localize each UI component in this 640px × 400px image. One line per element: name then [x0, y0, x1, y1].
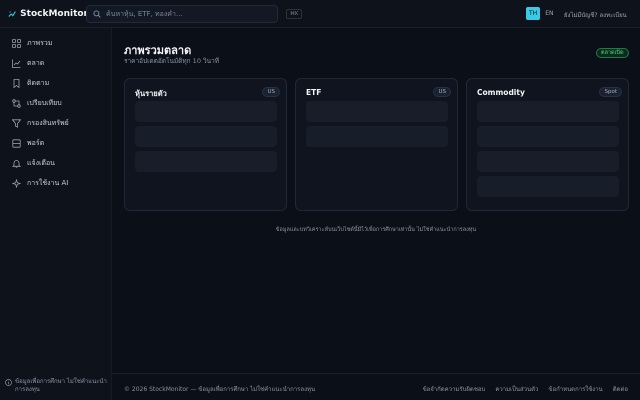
chart-spark-icon [8, 10, 16, 17]
footer-link-privacy[interactable]: ความเป็นส่วนตัว [495, 384, 538, 394]
footer-link-disclaimer[interactable]: ข้อจำกัดความรับผิดชอบ [423, 384, 486, 394]
sidebar-item-label: ภาพรวม [27, 38, 53, 47]
loading-placeholder [477, 101, 619, 122]
sidebar-item-label: แจ้งเตือน [27, 158, 55, 167]
page-subtitle: ราคาอัปเดตอัตโนมัติทุก 10 วินาที [124, 57, 220, 65]
info-icon [5, 379, 12, 386]
search-box[interactable] [86, 5, 278, 23]
sidebar-item-screener[interactable]: กรองสินทรัพย์ [0, 113, 111, 133]
etf-card[interactable]: ETF US [295, 78, 458, 211]
loading-placeholder [477, 151, 619, 172]
lang-th-button[interactable]: TH [526, 7, 541, 20]
sidebar-item-portfolio[interactable]: พอร์ต [0, 133, 111, 153]
loading-placeholder [477, 176, 619, 197]
grid-icon [12, 38, 21, 48]
sidebar-item-overview[interactable]: ภาพรวม [0, 33, 111, 53]
app-logo[interactable]: StockMonitor [8, 9, 88, 19]
loading-placeholder [135, 126, 277, 147]
sidebar-item-label: กรองสินทรัพย์ [27, 118, 69, 127]
portfolio-icon [12, 138, 21, 148]
stocks-card[interactable]: หุ้นรายตัว US [124, 78, 287, 211]
search-icon [93, 10, 101, 18]
loading-placeholder [135, 151, 277, 172]
app-name: StockMonitor [20, 8, 88, 19]
sidebar-item-label: ตลาด [27, 58, 45, 67]
card-region-tag: US [262, 87, 280, 97]
sidebar-item-label: การใช้งาน AI [27, 178, 69, 187]
sidebar-disclaimer-text: ข้อมูลเพื่อการศึกษา ไม่ใช่คำแนะนำการลงทุ… [15, 378, 107, 393]
sidebar-item-market[interactable]: ตลาด [0, 53, 111, 73]
sidebar-item-watchlist[interactable]: ติดตาม [0, 73, 111, 93]
footer-link-contact[interactable]: ติดต่อ [613, 384, 628, 394]
sidebar-item-ai-usage[interactable]: การใช้งาน AI [0, 173, 111, 193]
copyright-text: © 2026 StockMonitor — ข้อมูลเพื่อการศึกษ… [124, 386, 316, 393]
sidebar-item-label: ติดตาม [27, 78, 50, 87]
sidebar-item-label: พอร์ต [27, 138, 45, 147]
market-status-badge: ตลาดเปิด [596, 48, 629, 58]
footer: © 2026 StockMonitor — ข้อมูลเพื่อการศึกษ… [112, 373, 640, 400]
card-market-tag: Spot [599, 87, 622, 97]
card-title: หุ้นรายตัว [135, 89, 167, 98]
bookmark-icon [13, 78, 20, 88]
card-title: Commodity [477, 88, 525, 97]
disclaimer-text: ข้อมูลและบทวิเคราะห์บนเว็บไซต์นี้มีไว้เพ… [275, 227, 477, 233]
register-link[interactable]: ยังไม่มีบัญชี? ลงทะเบียน [564, 10, 638, 20]
chart-line-icon [12, 59, 21, 68]
top-bar: StockMonitor ⌘K TH EN ยังไม่มีบัญชี? ลงท… [0, 0, 640, 28]
search-input[interactable] [106, 10, 266, 18]
sidebar-item-label: เปรียบเทียบ [27, 98, 62, 107]
sparkle-icon [12, 178, 21, 188]
main-content: ภาพรวมตลาด ราคาอัปเดตอัตโนมัติทุก 10 วิน… [112, 28, 640, 373]
loading-placeholder [306, 101, 448, 122]
footer-links: ข้อจำกัดความรับผิดชอบ ความเป็นส่วนตัว ข้… [413, 384, 628, 394]
sidebar-item-alerts[interactable]: แจ้งเตือน [0, 153, 111, 173]
language-switch: TH EN [526, 7, 558, 20]
card-title: ETF [306, 88, 322, 97]
bell-icon [12, 159, 21, 168]
sidebar-disclaimer: ข้อมูลเพื่อการศึกษา ไม่ใช่คำแนะนำการลงทุ… [5, 378, 109, 394]
sidebar-item-compare[interactable]: เปรียบเทียบ [0, 93, 111, 113]
commodity-card[interactable]: Commodity Spot [466, 78, 629, 211]
sidebar: ภาพรวม ตลาด ติดตาม เปรียบเทียบ กรองสินทร… [0, 28, 112, 400]
footer-link-terms[interactable]: ข้อกำหนดการใช้งาน [548, 384, 602, 394]
loading-placeholder [135, 101, 277, 122]
card-region-tag: US [433, 87, 451, 97]
loading-placeholder [306, 126, 448, 147]
search-shortcut-hint: ⌘K [286, 9, 303, 19]
loading-placeholder [477, 126, 619, 147]
compare-icon [12, 98, 21, 108]
lang-en-button[interactable]: EN [542, 7, 556, 20]
filter-icon [12, 118, 21, 128]
